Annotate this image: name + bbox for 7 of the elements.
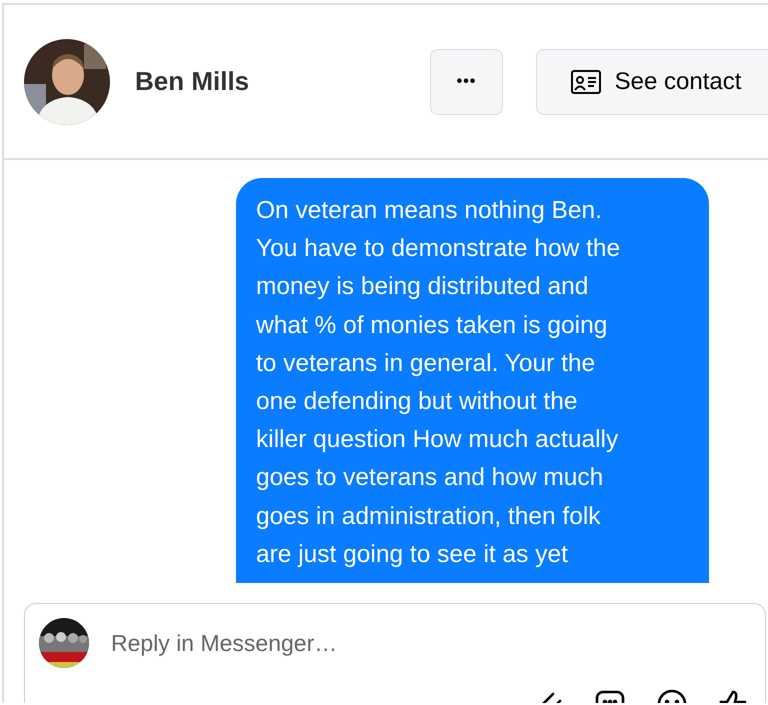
message-bubble: On veteran means nothing Ben. You have to demonstrate how the money is being distributed and what % of monies taken is going to veterans in general. Your the one defending but without the killer question How much actually goes to veterans and how much goes in administration, then folk are just going to see it as yet	[236, 178, 709, 583]
contact-name: Ben Mills	[135, 65, 250, 98]
see-contact-button[interactable]: See contact	[536, 48, 768, 114]
contact-card-icon	[570, 70, 601, 94]
reply-input[interactable]: Reply in Messenger…	[109, 624, 751, 662]
reply-field[interactable]: Reply in Messenger…	[24, 603, 766, 703]
more-button[interactable]: •••	[430, 48, 503, 114]
